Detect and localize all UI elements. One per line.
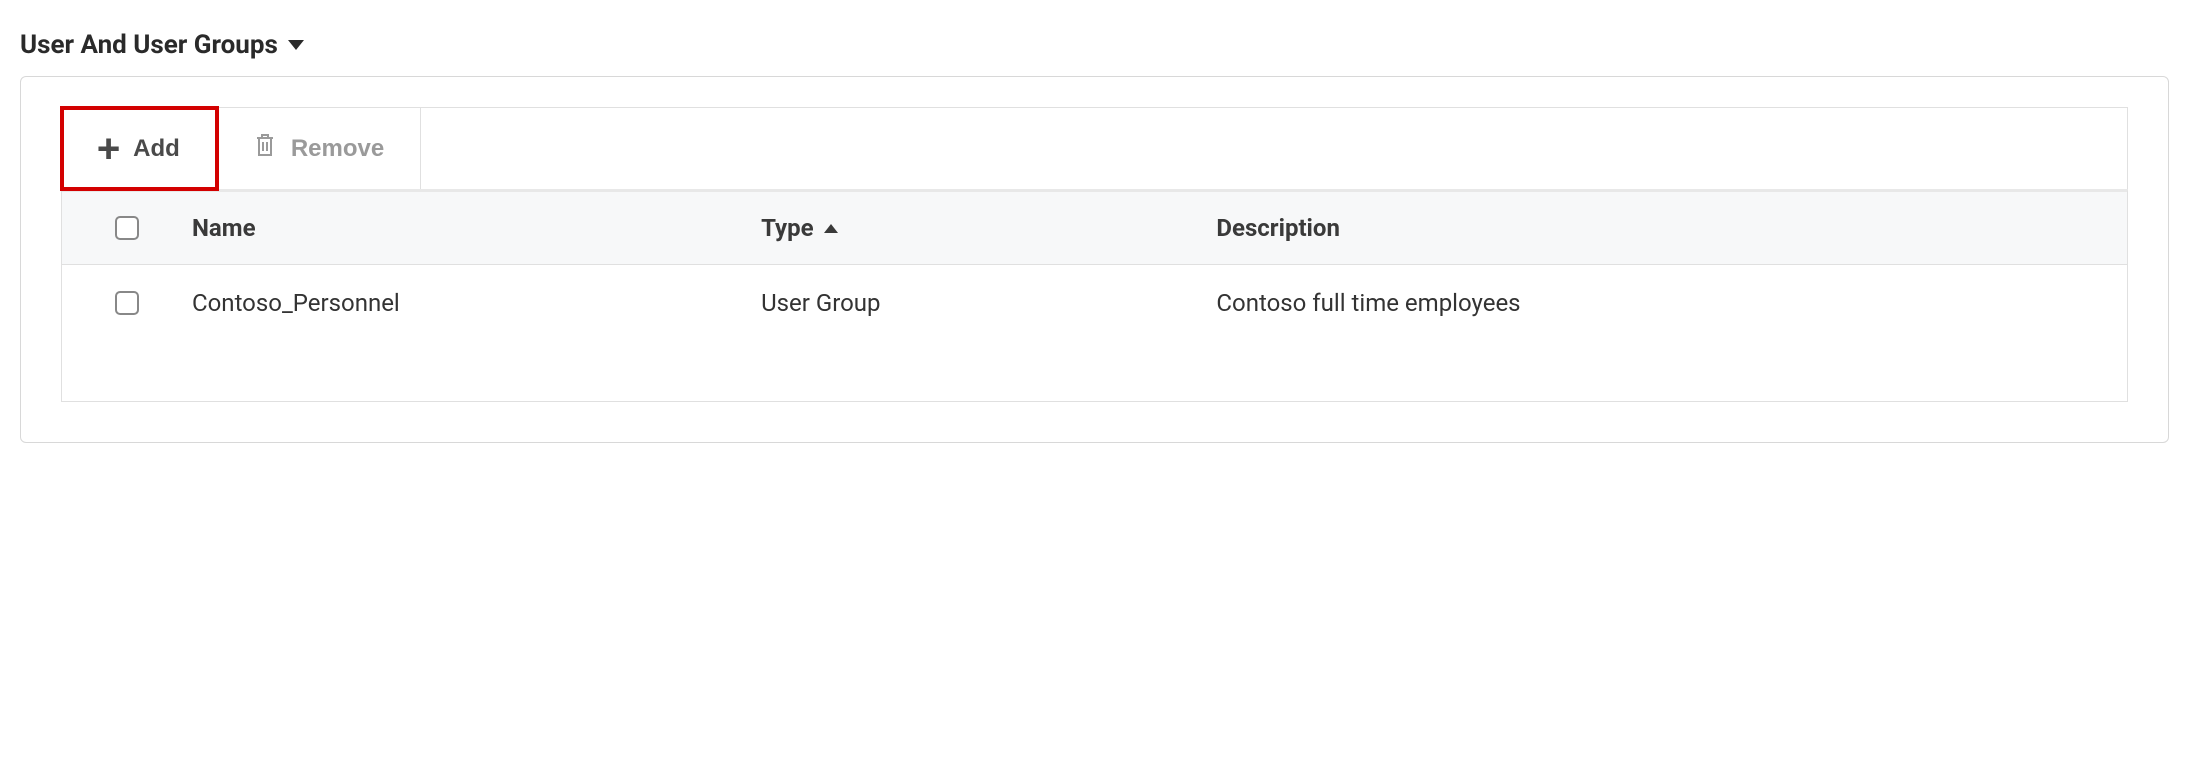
section-title: User And User Groups — [20, 30, 278, 60]
remove-button-label: Remove — [291, 135, 384, 163]
trash-icon — [253, 132, 277, 165]
remove-button[interactable]: Remove — [217, 108, 421, 189]
cell-description: Contoso full time employees — [1216, 289, 2127, 317]
select-all-checkbox[interactable] — [115, 216, 139, 240]
cell-type: User Group — [761, 289, 1216, 317]
column-header-name[interactable]: Name — [192, 214, 761, 242]
cell-name: Contoso_Personnel — [192, 289, 761, 317]
caret-down-icon — [288, 40, 304, 50]
section-header[interactable]: User And User Groups — [20, 30, 2169, 60]
toolbar: ➕︎ Add Remove — [61, 107, 2128, 189]
add-button-label: Add — [133, 135, 180, 163]
table-row: Contoso_Personnel User Group Contoso ful… — [62, 265, 2127, 341]
table: Name Type Description Contoso_Personnel … — [61, 189, 2128, 402]
row-checkbox[interactable] — [115, 291, 139, 315]
add-button[interactable]: ➕︎ Add — [62, 108, 217, 189]
sort-ascending-icon — [824, 224, 838, 233]
column-header-type[interactable]: Type — [761, 214, 1216, 242]
table-spacer — [62, 341, 2127, 401]
table-header-row: Name Type Description — [62, 192, 2127, 265]
plus-icon: ➕︎ — [98, 135, 119, 163]
column-header-description[interactable]: Description — [1216, 214, 2127, 242]
panel: ➕︎ Add Remove Name — [20, 76, 2169, 443]
